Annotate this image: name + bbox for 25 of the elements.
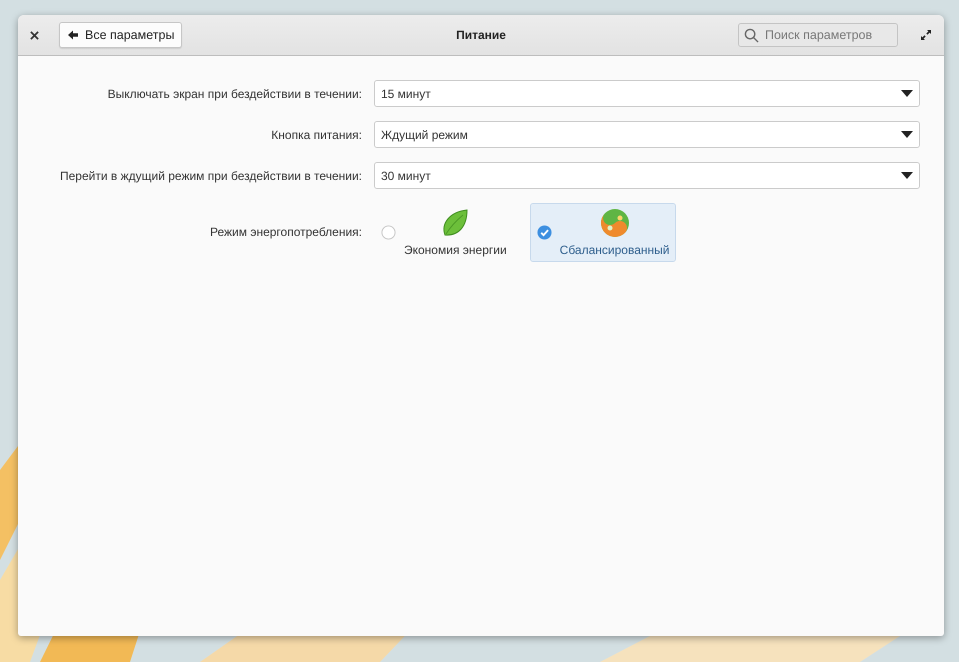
expand-arrows-icon [920, 29, 932, 41]
option-label: Сбалансированный [560, 243, 670, 257]
dropdown-caret-icon [901, 130, 913, 138]
dropdown[interactable]: 30 минут [374, 162, 920, 189]
setting-label: Кнопка питания: [270, 128, 362, 142]
arrow-left-icon [67, 29, 79, 41]
power-mode-option[interactable]: Сбалансированный [530, 203, 676, 262]
window-title: Питание [456, 28, 506, 42]
dropdown-caret-icon [901, 172, 913, 180]
power-mode-option[interactable]: Экономия энергии [374, 203, 514, 262]
dropdown[interactable]: Ждущий режим [374, 121, 920, 148]
setting-label: Перейти в ждущий режим при бездействии в течении: [59, 168, 362, 182]
radio-icon [381, 225, 396, 240]
yin-yang-icon [600, 208, 630, 238]
search-field[interactable]: Поиск параметров [738, 23, 898, 47]
dropdown[interactable]: 15 минут [374, 80, 920, 107]
checked-radio-icon [536, 225, 552, 240]
setting-label: Режим энергопотребления: [208, 224, 362, 238]
leaf-icon [441, 208, 470, 238]
option-label: Экономия энергии [404, 243, 507, 257]
back-button[interactable]: Все параметры [59, 22, 182, 48]
setting-label: Выключать экран при бездействии в течении: [106, 86, 362, 100]
dropdown-caret-icon [901, 90, 913, 98]
close-icon [30, 30, 39, 40]
search-icon [744, 28, 759, 42]
